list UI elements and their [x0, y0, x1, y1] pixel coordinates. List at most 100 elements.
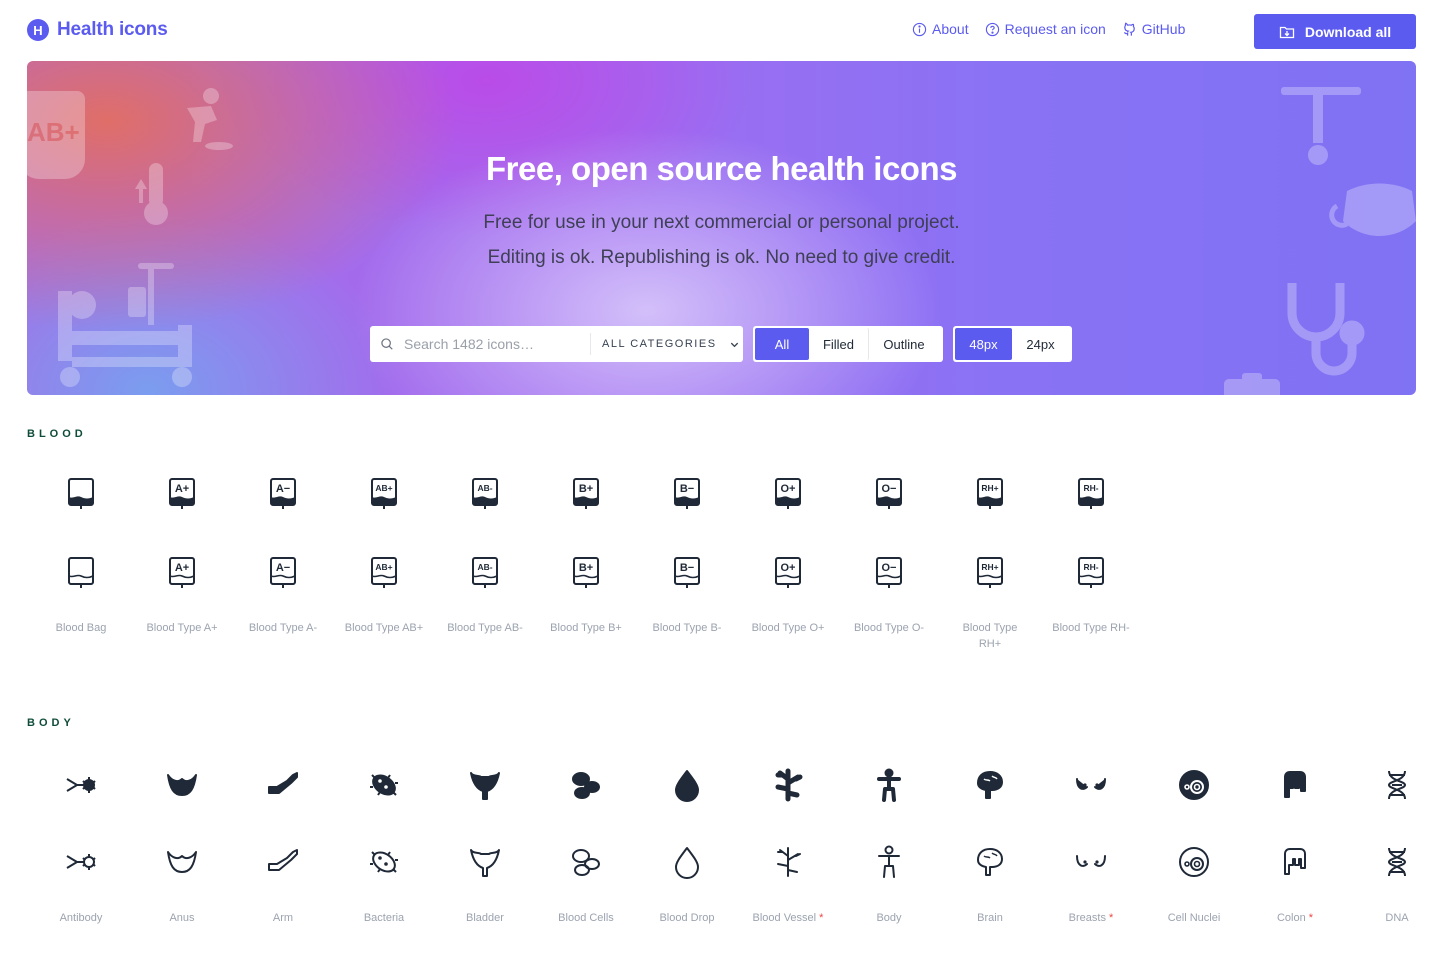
cell-nuclei-filled-cell[interactable]: [1144, 766, 1244, 804]
bladder-outline-cell[interactable]: [435, 843, 535, 881]
dna-outline-cell[interactable]: [1347, 843, 1440, 881]
body-outline-cell[interactable]: [839, 843, 939, 881]
anus-outline-cell[interactable]: [132, 843, 232, 881]
blood-icon-outline[interactable]: AB-: [435, 553, 535, 591]
antibody-outline-cell[interactable]: [31, 843, 131, 881]
blood-icon-filled[interactable]: O−: [839, 474, 939, 512]
brain-outline-cell[interactable]: [940, 843, 1040, 881]
blood-drop-filled-cell[interactable]: [637, 766, 737, 804]
icon-label-text: Blood Type AB+: [344, 622, 424, 634]
antibody-filled-cell[interactable]: [31, 766, 131, 804]
icon-label: Colon *: [1245, 910, 1345, 926]
blood-icon-filled[interactable]: RH-: [1041, 474, 1141, 512]
bladder-filled-cell[interactable]: [435, 766, 535, 804]
blood-icon-outline[interactable]: B+: [536, 553, 636, 591]
style-toggle: All Filled Outline: [753, 326, 943, 362]
size-24px-option[interactable]: 24px: [1012, 328, 1069, 360]
blood-icon-filled[interactable]: O+: [738, 474, 838, 512]
icon-glyph: [1378, 766, 1416, 804]
hero-subtitle-line2: Editing is ok. Republishing is ok. No ne…: [487, 247, 956, 268]
icon-label-text: Blood Type B+: [550, 622, 622, 634]
blood-icon-outline[interactable]: A−: [233, 553, 333, 591]
dna-filled-cell[interactable]: [1347, 766, 1440, 804]
blood-icon-filled[interactable]: AB+: [334, 474, 434, 512]
icon-glyph: AB+: [365, 474, 403, 512]
icon-label: Cell Nuclei: [1144, 910, 1244, 926]
blood-bag-icon: AB+: [371, 478, 397, 509]
breasts-filled-cell[interactable]: [1041, 766, 1141, 804]
svg-text:RH-: RH-: [1083, 483, 1098, 493]
blood-drop-outline-cell[interactable]: [637, 843, 737, 881]
blood-icon-filled[interactable]: A−: [233, 474, 333, 512]
icon-glyph: RH+: [971, 474, 1009, 512]
person-vomit-deco-icon: [187, 88, 233, 150]
cell-nuclei-outline-cell[interactable]: [1144, 843, 1244, 881]
icon-glyph: [1175, 766, 1213, 804]
blood-bag-icon: O−: [876, 557, 902, 588]
nav-about-label: About: [932, 21, 969, 37]
arm-outline-cell[interactable]: [233, 843, 333, 881]
blood-drop-icon: [675, 770, 699, 802]
icon-glyph: O+: [769, 474, 807, 512]
blood-icon-filled[interactable]: RH+: [940, 474, 1040, 512]
style-all-option[interactable]: All: [755, 328, 809, 360]
icon-label-text: Breasts: [1068, 912, 1106, 924]
blood-icon-outline[interactable]: O+: [738, 553, 838, 591]
icon-glyph: O+: [769, 553, 807, 591]
size-48px-option[interactable]: 48px: [955, 328, 1012, 360]
icon-label-text: Blood Drop: [659, 912, 715, 924]
style-filled-option[interactable]: Filled: [809, 328, 869, 360]
icon-glyph: B−: [668, 474, 706, 512]
nav-request-link[interactable]: Request an icon: [985, 21, 1106, 37]
arm-filled-cell[interactable]: [233, 766, 333, 804]
hero-subtitle-line1: Free for use in your next commercial or …: [483, 212, 960, 233]
colon-outline-cell[interactable]: [1245, 843, 1345, 881]
icon-glyph: [567, 766, 605, 804]
icon-glyph: [1175, 843, 1213, 881]
blood-vessel-outline-cell[interactable]: [738, 843, 838, 881]
blood-icon-filled[interactable]: [31, 474, 131, 512]
blood-icon-outline[interactable]: RH-: [1041, 553, 1141, 591]
blood-icon-outline[interactable]: [31, 553, 131, 591]
blood-cells-icon: [572, 849, 600, 876]
icon-glyph: [769, 843, 807, 881]
colon-filled-cell[interactable]: [1245, 766, 1345, 804]
blood-vessel-filled-cell[interactable]: [738, 766, 838, 804]
blood-icon-filled[interactable]: B−: [637, 474, 737, 512]
blood-icon-filled[interactable]: A+: [132, 474, 232, 512]
body-filled-cell[interactable]: [839, 766, 939, 804]
blood-icon-filled[interactable]: B+: [536, 474, 636, 512]
svg-text:B−: B−: [680, 483, 694, 495]
download-all-button[interactable]: Download all: [1254, 14, 1416, 49]
style-outline-option[interactable]: Outline: [869, 328, 939, 360]
blood-icon-outline[interactable]: A+: [132, 553, 232, 591]
icon-glyph: [971, 843, 1009, 881]
blood-cells-outline-cell[interactable]: [536, 843, 636, 881]
svg-text:A+: A+: [175, 562, 189, 574]
blood-cells-filled-cell[interactable]: [536, 766, 636, 804]
logo[interactable]: H Health icons: [27, 19, 168, 41]
icon-label-text: Antibody: [59, 912, 103, 924]
svg-text:A−: A−: [276, 562, 290, 574]
search-input[interactable]: [404, 336, 584, 352]
nav-github-link[interactable]: GitHub: [1122, 21, 1185, 37]
nav-about-link[interactable]: About: [912, 21, 969, 37]
blood-drop-icon: [675, 847, 699, 879]
bacteria-filled-cell[interactable]: [334, 766, 434, 804]
brain-filled-cell[interactable]: [940, 766, 1040, 804]
bacteria-icon: [370, 851, 398, 873]
blood-bag-icon: [68, 478, 94, 509]
icon-glyph: [365, 843, 403, 881]
anus-filled-cell[interactable]: [132, 766, 232, 804]
category-select[interactable]: ALL CATEGORIES: [591, 338, 740, 350]
bacteria-outline-cell[interactable]: [334, 843, 434, 881]
blood-icon-filled[interactable]: AB-: [435, 474, 535, 512]
top-nav: About Request an icon GitHub: [912, 21, 1185, 37]
blood-icon-outline[interactable]: B−: [637, 553, 737, 591]
breasts-outline-cell[interactable]: [1041, 843, 1141, 881]
blood-bag-icon: AB-: [472, 478, 498, 509]
icon-glyph: [62, 474, 100, 512]
blood-icon-outline[interactable]: AB+: [334, 553, 434, 591]
blood-icon-outline[interactable]: O−: [839, 553, 939, 591]
blood-icon-outline[interactable]: RH+: [940, 553, 1040, 591]
